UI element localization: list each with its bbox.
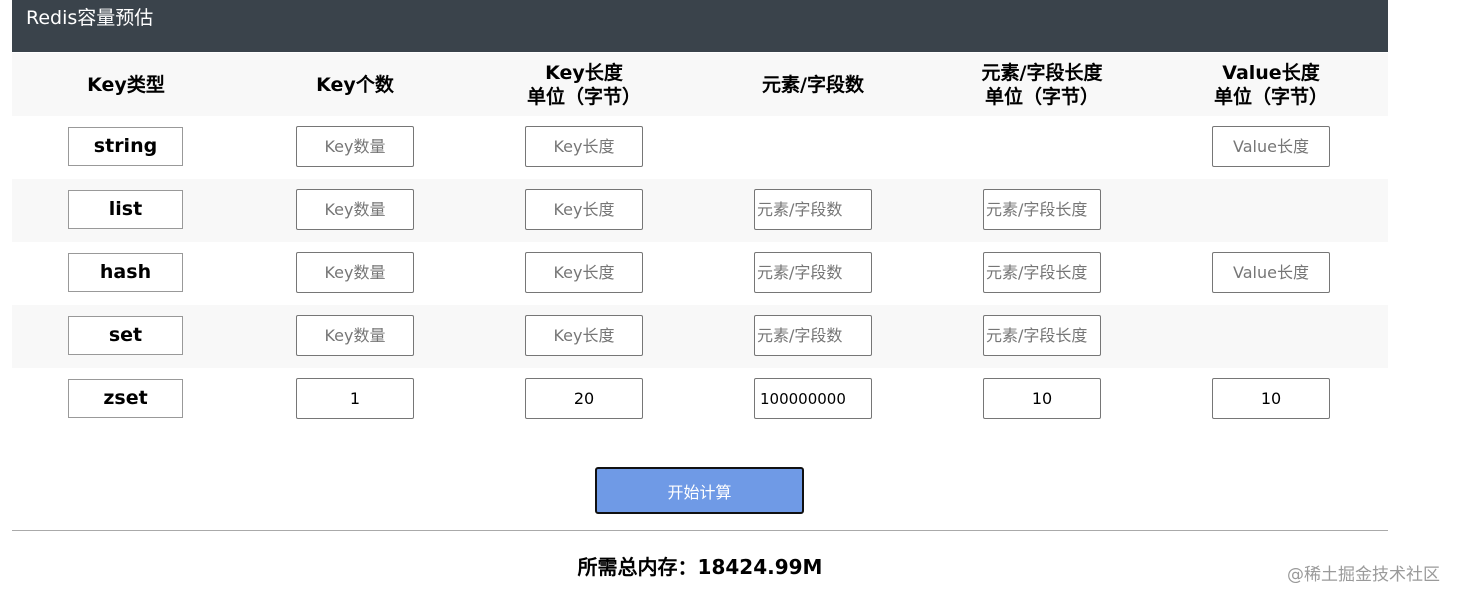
column-header-element-length-line1: 元素/字段长度: [981, 62, 1103, 84]
column-header-element-count: 元素/字段数: [713, 73, 913, 97]
zset-element-length-input[interactable]: [983, 378, 1101, 419]
column-header-key-length: Key长度 单位（字节）: [484, 61, 684, 109]
string-key-count-input[interactable]: [296, 126, 414, 167]
start-calculation-button[interactable]: 开始计算: [595, 467, 804, 514]
total-memory-result: 所需总内存：18424.99M: [577, 555, 823, 579]
hash-value-length-input[interactable]: [1212, 252, 1330, 293]
column-header-element-length-line2: 单位（字节）: [984, 86, 1099, 108]
column-header-key-type: Key类型: [26, 73, 226, 97]
column-header-value-length-line2: 单位（字节）: [1213, 86, 1328, 108]
string-key-length-input[interactable]: [525, 126, 643, 167]
column-header-key-length-line1: Key长度: [545, 62, 623, 84]
column-header-element-count-text: 元素/字段数: [762, 74, 864, 96]
set-key-length-input[interactable]: [525, 315, 643, 356]
set-element-length-input[interactable]: [983, 315, 1101, 356]
row-band-set: [12, 305, 1388, 368]
hash-element-count-input[interactable]: [754, 252, 872, 293]
column-header-key-length-line2: 单位（字节）: [526, 86, 641, 108]
header-bar: Redis容量预估: [12, 0, 1388, 52]
zset-key-length-input[interactable]: [525, 378, 643, 419]
zset-element-count-input[interactable]: [754, 378, 872, 419]
column-header-value-length-line1: Value长度: [1222, 62, 1320, 84]
set-element-count-input[interactable]: [754, 315, 872, 356]
column-header-value-length: Value长度 单位（字节）: [1171, 61, 1371, 109]
list-element-count-input[interactable]: [754, 189, 872, 230]
type-label-zset: zset: [68, 379, 183, 418]
type-label-hash: hash: [68, 253, 183, 292]
type-label-list: list: [68, 190, 183, 229]
hash-key-length-input[interactable]: [525, 252, 643, 293]
column-header-key-count-text: Key个数: [316, 74, 394, 96]
column-header-element-length: 元素/字段长度 单位（字节）: [942, 61, 1142, 109]
zset-value-length-input[interactable]: [1212, 378, 1330, 419]
row-band-list: [12, 179, 1388, 242]
type-label-set: set: [68, 316, 183, 355]
set-key-count-input[interactable]: [296, 315, 414, 356]
divider: [12, 530, 1388, 531]
zset-key-count-input[interactable]: [296, 378, 414, 419]
type-label-string: string: [68, 127, 183, 166]
column-header-key-type-text: Key类型: [87, 74, 165, 96]
list-element-length-input[interactable]: [983, 189, 1101, 230]
list-key-count-input[interactable]: [296, 189, 414, 230]
hash-element-length-input[interactable]: [983, 252, 1101, 293]
string-value-length-input[interactable]: [1212, 126, 1330, 167]
watermark: @稀土掘金技术社区: [1287, 565, 1440, 585]
page-title: Redis容量预估: [26, 7, 154, 29]
column-header-key-count: Key个数: [255, 73, 455, 97]
list-key-length-input[interactable]: [525, 189, 643, 230]
hash-key-count-input[interactable]: [296, 252, 414, 293]
